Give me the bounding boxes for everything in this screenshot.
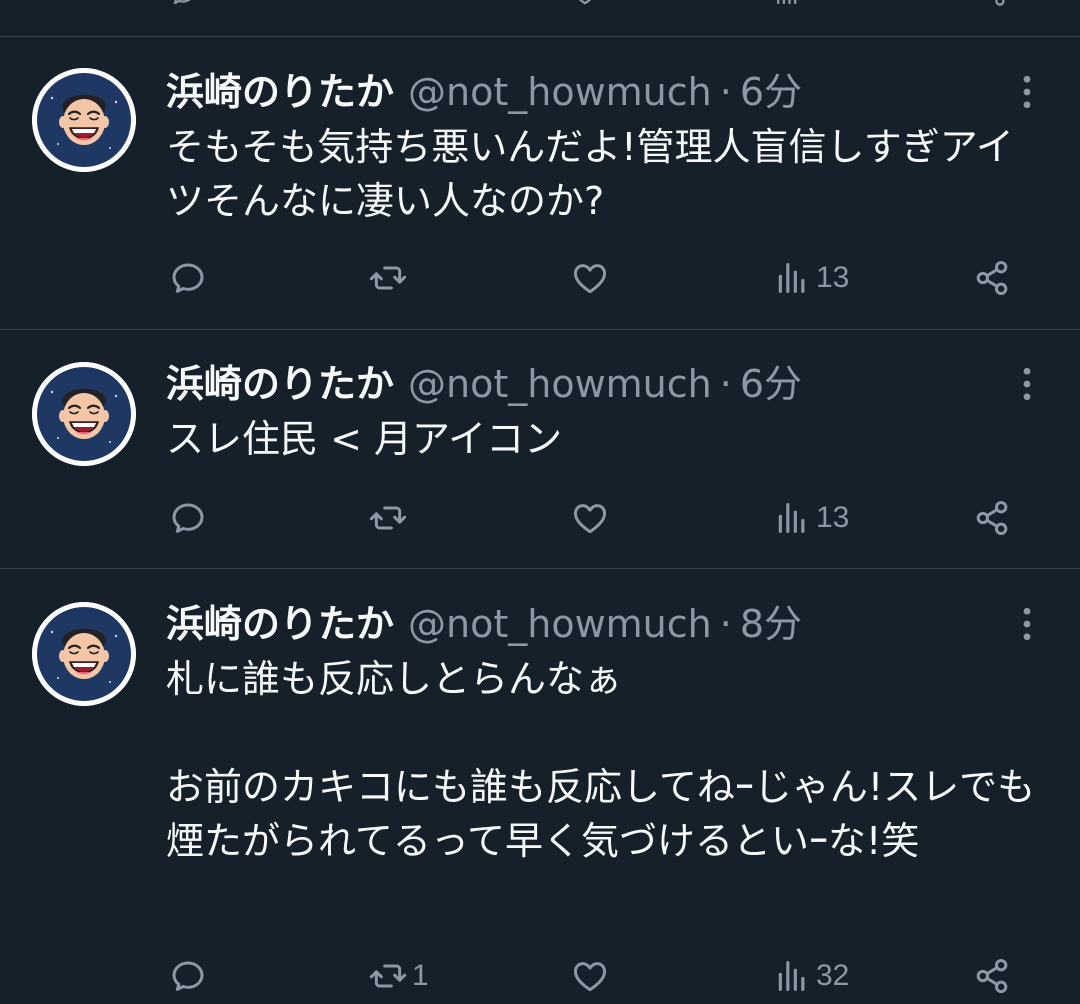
- share-icon: [972, 498, 1012, 538]
- view-count: 13: [816, 501, 850, 534]
- more-icon[interactable]: [1010, 364, 1044, 404]
- action-bar: 13: [0, 494, 1080, 542]
- more-icon[interactable]: [1010, 604, 1044, 644]
- like-button[interactable]: [570, 494, 614, 542]
- views-button[interactable]: 32: [772, 952, 849, 1000]
- display-name[interactable]: 浜崎のりたか: [166, 360, 394, 408]
- avatar-image: [32, 68, 136, 172]
- retweet-icon: [368, 498, 408, 538]
- display-name[interactable]: 浜崎のりたか: [166, 600, 394, 648]
- views-icon: [772, 258, 812, 298]
- retweet-button[interactable]: [368, 254, 412, 302]
- view-count: 13: [816, 261, 850, 294]
- avatar[interactable]: [32, 68, 136, 172]
- avatar[interactable]: [32, 602, 136, 706]
- reply-icon: [168, 498, 208, 538]
- action-bar: 1 32: [0, 952, 1080, 1000]
- like-button[interactable]: [570, 952, 614, 1000]
- timeline-feed: 浜崎のりたか @not_howmuch · 6分 そもそも気持ち悪いんだよ!管理…: [0, 0, 1080, 1004]
- reply-icon[interactable]: [168, 0, 198, 8]
- tweet-text: スレ住民 < 月アイコン: [166, 417, 563, 461]
- tweet-header: 浜崎のりたか @not_howmuch · 6分: [166, 360, 802, 408]
- tweet-divider: [0, 568, 1080, 569]
- reply-button[interactable]: [168, 254, 212, 302]
- timestamp[interactable]: 6分: [740, 360, 802, 408]
- views-button[interactable]: 13: [772, 494, 849, 542]
- tweet[interactable]: 浜崎のりたか @not_howmuch · 6分 スレ住民 < 月アイコン 13: [0, 360, 1080, 568]
- share-button[interactable]: [972, 254, 1012, 302]
- share-button[interactable]: [972, 952, 1012, 1000]
- reply-icon: [168, 956, 208, 996]
- retweet-icon: [368, 956, 408, 996]
- more-icon[interactable]: [1010, 72, 1044, 112]
- display-name[interactable]: 浜崎のりたか: [166, 68, 394, 116]
- reply-icon: [168, 258, 208, 298]
- tweet-text: そもそも気持ち悪いんだよ!管理人盲信しすぎアイツそんなに凄い人なのか?: [166, 125, 1014, 223]
- tweet-header: 浜崎のりたか @not_howmuch · 8分: [166, 600, 802, 648]
- views-icon: [772, 956, 812, 996]
- share-icon: [972, 956, 1012, 996]
- handle[interactable]: @not_howmuch: [408, 68, 712, 116]
- retweet-button[interactable]: [368, 494, 412, 542]
- share-icon[interactable]: [978, 0, 1008, 8]
- tweet[interactable]: 浜崎のりたか @not_howmuch · 6分 そもそも気持ち悪いんだよ!管理…: [0, 68, 1080, 328]
- tweet[interactable]: 浜崎のりたか @not_howmuch · 8分 札に誰も反応しとらんなぁ お前…: [0, 600, 1080, 1004]
- timestamp[interactable]: 6分: [740, 68, 802, 116]
- avatar-image: [32, 602, 136, 706]
- separator: ·: [719, 70, 732, 114]
- tweet-divider: [0, 329, 1080, 330]
- tweet-text: 札に誰も反応しとらんなぁ お前のカキコにも誰も反応してねｰじゃん!スレでも煙たが…: [166, 657, 1036, 863]
- handle[interactable]: @not_howmuch: [408, 360, 712, 408]
- views-icon: [772, 498, 812, 538]
- action-bar: 13: [0, 254, 1080, 302]
- retweet-icon: [368, 258, 408, 298]
- handle[interactable]: @not_howmuch: [408, 600, 712, 648]
- like-icon: [570, 258, 610, 298]
- retweet-button[interactable]: 1: [368, 952, 429, 1000]
- reply-button[interactable]: [168, 494, 212, 542]
- separator: ·: [719, 362, 732, 406]
- views-icon[interactable]: [772, 0, 802, 8]
- previous-tweet-action-bar: [0, 0, 1080, 36]
- view-count: 32: [816, 959, 850, 992]
- views-button[interactable]: 13: [772, 254, 849, 302]
- like-button[interactable]: [570, 254, 614, 302]
- like-icon[interactable]: [570, 0, 600, 8]
- tweet-divider: [0, 36, 1080, 37]
- share-icon: [972, 258, 1012, 298]
- avatar-image: [32, 362, 136, 466]
- tweet-header: 浜崎のりたか @not_howmuch · 6分: [166, 68, 802, 116]
- avatar[interactable]: [32, 362, 136, 466]
- retweet-count: 1: [412, 959, 429, 992]
- like-icon: [570, 498, 610, 538]
- share-button[interactable]: [972, 494, 1012, 542]
- like-icon: [570, 956, 610, 996]
- separator: ·: [719, 602, 732, 646]
- reply-button[interactable]: [168, 952, 212, 1000]
- timestamp[interactable]: 8分: [740, 600, 802, 648]
